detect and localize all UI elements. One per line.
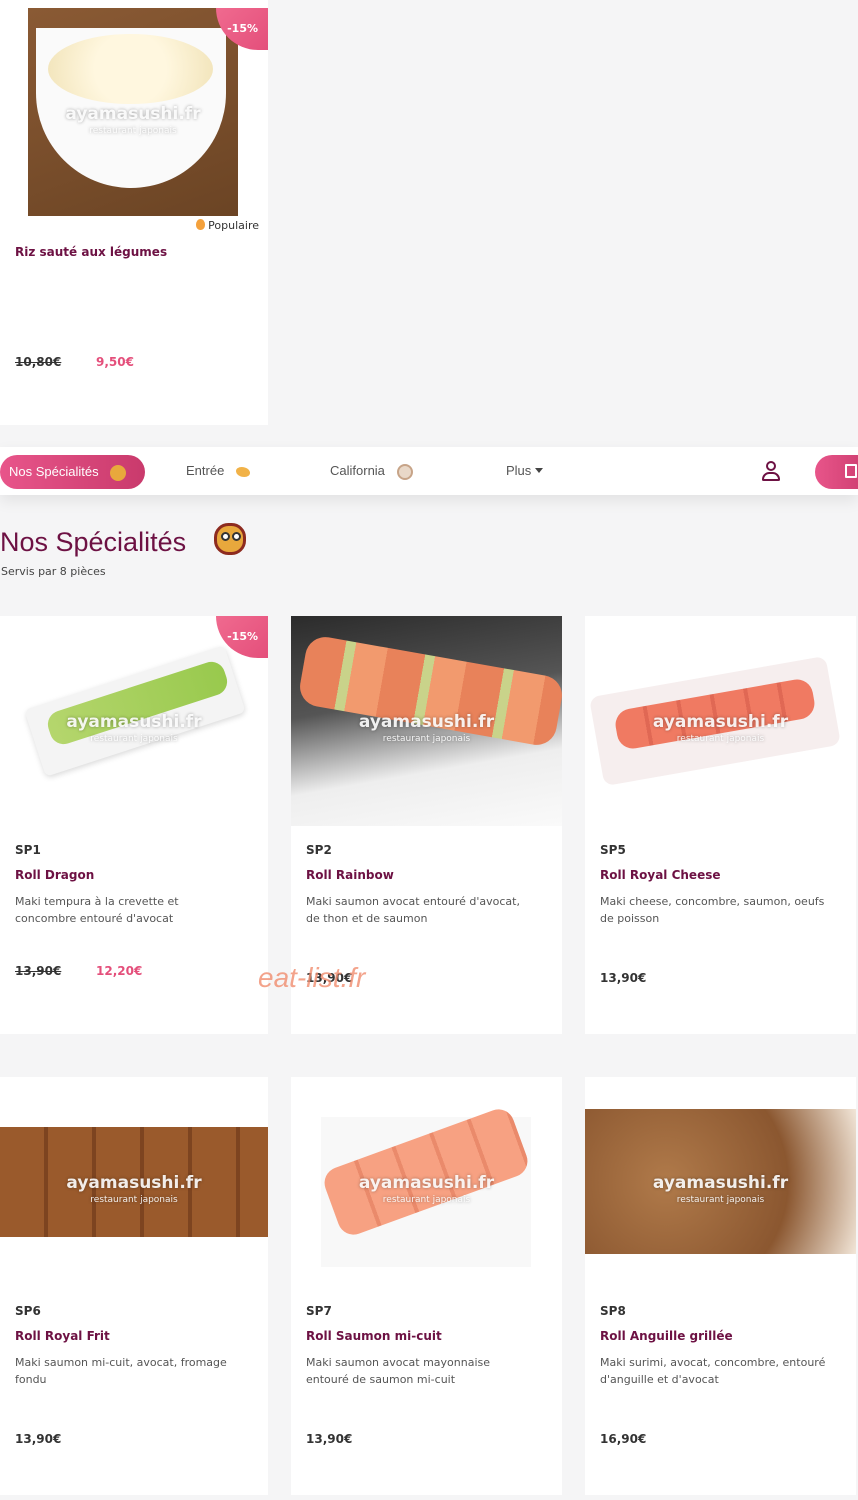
product-code: SP1 [15,843,41,857]
fire-icon [195,219,205,230]
watermark: ayamasushi.fr restaurant japonais [358,712,495,744]
category-nav: Nos Spécialités Entrée California Plus [0,447,858,495]
watermark: ayamasushi.fr restaurant japonais [65,104,201,136]
price: 13,90€ [600,971,647,985]
watermark: ayamasushi.fr restaurant japonais [652,712,789,744]
product-card-sp1[interactable]: ayamasushi.fr restaurant japonais -15% SP… [0,616,268,1034]
nav-item-nos-specialites[interactable]: Nos Spécialités [0,455,145,489]
product-name: Roll Royal Frit [15,1329,110,1343]
price: 13,90€ [306,1432,353,1446]
watermark: ayamasushi.fr restaurant japonais [66,712,202,744]
product-description: Maki tempura à la crevette et concombre … [15,895,179,925]
product-image: ayamasushi.fr restaurant japonais [28,8,238,216]
product-description: Maki surimi, avocat, concombre, entouré … [600,1356,826,1386]
product-name: Roll Royal Cheese [600,868,721,882]
product-code: SP5 [600,843,626,857]
product-code: SP6 [15,1304,41,1318]
product-description: Maki saumon avocat mayonnaise entouré de… [306,1356,491,1386]
price-old: 13,90€ [15,964,62,978]
price-new: 12,20€ [96,964,143,978]
popular-tag: Populaire [195,219,259,232]
product-name: Roll Dragon [15,868,95,882]
nav-item-plus[interactable]: Plus [506,463,543,478]
product-image: ayamasushi.fr restaurant japonais [291,1077,562,1287]
product-description: Maki cheese, concombre, saumon, oeufs de… [600,895,825,925]
cart-icon [845,464,857,478]
product-code: SP2 [306,843,332,857]
product-card-sp8[interactable]: ayamasushi.fr restaurant japonais SP8 Rol… [585,1077,856,1495]
product-image: ayamasushi.fr restaurant japonais [291,616,562,826]
product-image: ayamasushi.fr restaurant japonais [0,616,268,826]
watermark: ayamasushi.fr restaurant japonais [358,1173,495,1205]
product-name: Roll Rainbow [306,868,394,882]
user-icon[interactable] [762,461,780,481]
owl-icon [213,523,246,555]
product-description: Maki saumon avocat entouré d'avocat, de … [306,895,520,925]
sushi-icon [396,463,413,480]
price: 13,90€ [15,1432,62,1446]
site-watermark: eat-list.fr [258,962,366,993]
product-name: Riz sauté aux légumes [15,245,168,259]
product-image: ayamasushi.fr restaurant japonais [0,1077,268,1287]
watermark: ayamasushi.fr restaurant japonais [66,1173,202,1205]
nav-item-entree[interactable]: Entrée [186,463,250,478]
product-image: ayamasushi.fr restaurant japonais [585,1077,856,1287]
product-name: Roll Anguille grillée [600,1329,733,1343]
nav-item-california[interactable]: California [330,463,413,480]
owl-icon [110,464,127,481]
product-card-riz[interactable]: ayamasushi.fr restaurant japonais -15% Po… [0,0,268,425]
product-name: Roll Saumon mi-cuit [306,1329,442,1343]
cart-button[interactable] [815,455,858,489]
tempura-icon [235,466,250,477]
watermark: ayamasushi.fr restaurant japonais [652,1173,789,1205]
product-description: Maki saumon mi-cuit, avocat, fromage fon… [15,1356,227,1386]
product-card-sp5[interactable]: ayamasushi.fr restaurant japonais SP5 Rol… [585,616,856,1034]
section-title: Nos Spécialités [0,523,246,558]
product-card-sp7[interactable]: ayamasushi.fr restaurant japonais SP7 Rol… [291,1077,562,1495]
product-image: ayamasushi.fr restaurant japonais [585,616,856,826]
price-old: 10,80€ [15,355,62,369]
price-new: 9,50€ [96,355,134,369]
section-subtitle: Servis par 8 pièces [1,565,106,578]
product-card-sp6[interactable]: ayamasushi.fr restaurant japonais SP6 Rol… [0,1077,268,1495]
product-code: SP7 [306,1304,332,1318]
product-code: SP8 [600,1304,626,1318]
price: 16,90€ [600,1432,647,1446]
caret-down-icon [534,468,543,473]
